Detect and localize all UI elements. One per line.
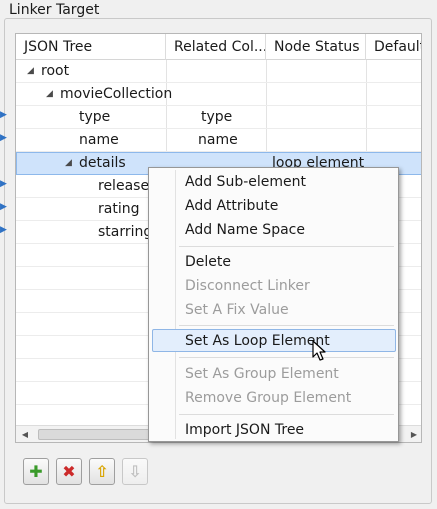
move-down-button[interactable]: ⇩ xyxy=(122,458,148,485)
add-button[interactable]: ✚ xyxy=(23,458,49,485)
panel-title: Linker Target xyxy=(9,2,100,18)
tree-node-label: movieCollection xyxy=(60,86,173,102)
tree-node-label: root xyxy=(41,63,70,79)
menu-item-delete[interactable]: Delete xyxy=(185,251,231,273)
delete-icon: ✖ xyxy=(62,462,76,481)
tree-row-root[interactable]: ◢ root xyxy=(16,60,421,83)
menu-separator xyxy=(179,357,394,358)
column-header-related-column[interactable]: Related Col... xyxy=(166,34,266,60)
menu-gutter xyxy=(175,170,176,439)
move-down-icon: ⇩ xyxy=(128,462,142,481)
tree-node-label: rating xyxy=(98,201,140,217)
related-column-value: name xyxy=(198,132,238,148)
menu-separator xyxy=(179,325,394,326)
column-header-json-tree[interactable]: JSON Tree xyxy=(16,34,166,60)
tree-row-name[interactable]: name name xyxy=(16,129,421,152)
tree-node-label: type xyxy=(79,109,111,125)
add-icon: ✚ xyxy=(29,462,43,481)
delete-button[interactable]: ✖ xyxy=(56,458,82,485)
tree-row-type[interactable]: type type xyxy=(16,106,421,129)
menu-item-add-name-space[interactable]: Add Name Space xyxy=(185,219,305,241)
mouse-cursor-icon xyxy=(312,340,326,361)
menu-item-set-a-fix-value[interactable]: Set A Fix Value xyxy=(185,299,289,321)
menu-item-add-attribute[interactable]: Add Attribute xyxy=(185,195,278,217)
collapse-toggle-icon[interactable]: ◢ xyxy=(65,152,77,175)
link-marker-icon: ▶ xyxy=(0,179,7,189)
link-marker-icon: ▶ xyxy=(0,133,7,143)
move-up-icon: ⇧ xyxy=(95,462,109,481)
table-header: JSON Tree Related Col... Node Status Def… xyxy=(16,34,421,60)
menu-item-import-json-tree[interactable]: Import JSON Tree xyxy=(185,419,304,441)
context-menu[interactable]: Add Sub-element Add Attribute Add Name S… xyxy=(148,167,399,442)
scroll-right-icon[interactable]: ▶ xyxy=(406,426,421,442)
link-marker-icon: ▶ xyxy=(0,225,7,235)
tree-node-label: starring xyxy=(98,224,153,240)
menu-item-remove-group-element[interactable]: Remove Group Element xyxy=(185,387,351,409)
menu-item-set-as-group-element[interactable]: Set As Group Element xyxy=(185,363,339,385)
column-header-node-status[interactable]: Node Status xyxy=(266,34,366,60)
collapse-toggle-icon[interactable]: ◢ xyxy=(46,83,58,106)
menu-item-add-sub-element[interactable]: Add Sub-element xyxy=(185,171,306,193)
move-up-button[interactable]: ⇧ xyxy=(89,458,115,485)
column-header-default[interactable]: Default xyxy=(366,34,421,60)
menu-item-disconnect-linker[interactable]: Disconnect Linker xyxy=(185,275,310,297)
menu-separator xyxy=(179,246,394,247)
collapse-toggle-icon[interactable]: ◢ xyxy=(27,60,39,83)
menu-item-set-as-loop-element[interactable]: Set As Loop Element xyxy=(185,330,330,352)
tree-node-label: name xyxy=(79,132,119,148)
tree-row-moviecollection[interactable]: ◢ movieCollection xyxy=(16,83,421,106)
link-marker-icon: ▶ xyxy=(0,110,7,120)
tree-node-label: details xyxy=(79,155,126,171)
tree-node-label: release xyxy=(98,178,150,194)
related-column-value: type xyxy=(201,109,233,125)
scroll-left-icon[interactable]: ◀ xyxy=(17,426,33,442)
menu-separator xyxy=(179,414,394,415)
link-marker-icon: ▶ xyxy=(0,202,7,212)
